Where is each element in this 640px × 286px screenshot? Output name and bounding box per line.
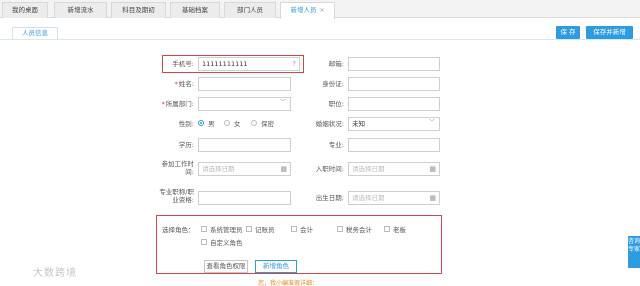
calendar-icon[interactable]: ▦ <box>429 192 436 204</box>
major-label: 专业: <box>328 141 344 149</box>
gender-radio-female[interactable]: 女 <box>224 120 241 128</box>
calendar-icon[interactable]: ▦ <box>280 163 287 175</box>
tab-label: 新增流水 <box>67 6 94 14</box>
role-checkbox-boss[interactable]: 老板 <box>384 226 406 234</box>
professional-title-label: 专业职称/职 业资格: <box>159 188 194 204</box>
id-card-label: 身份证: <box>322 80 344 88</box>
marital-label: 婚姻状况: <box>315 120 344 128</box>
help-icon[interactable]: ? <box>292 58 296 70</box>
role-checkbox-custom[interactable]: 自定义角色 <box>201 239 243 247</box>
marital-select[interactable]: 未知 ﹀ <box>348 117 440 131</box>
hire-date-input[interactable]: 请选择日期 ▦ <box>348 162 440 176</box>
calendar-icon[interactable]: ▦ <box>429 163 436 175</box>
view-role-permissions-button[interactable]: 查看角色权限 <box>204 260 248 273</box>
id-card-input[interactable] <box>348 77 440 91</box>
tab-new-journal[interactable]: 新增流水 <box>54 2 107 18</box>
role-checkbox-tax-accountant[interactable]: 税务会计 <box>337 226 372 234</box>
chevron-down-icon: ﹀ <box>279 99 286 106</box>
email-input[interactable] <box>348 57 440 71</box>
roles-highlight-box <box>156 215 442 274</box>
department-select[interactable]: ﹀ <box>198 97 291 111</box>
tab-my-desktop[interactable]: 我的桌面 <box>2 2 48 18</box>
education-input[interactable] <box>198 138 291 152</box>
hire-date-label: 入职时间: <box>315 165 344 173</box>
checkbox-icon <box>337 226 343 232</box>
tab-dept-staff[interactable]: 部门人员 <box>224 2 276 18</box>
checkbox-icon <box>291 226 297 232</box>
checkbox-icon <box>201 226 207 232</box>
gender-radio-male[interactable]: 男 <box>198 120 215 128</box>
role-hint-text: 您，我小编准很详细： <box>258 280 319 286</box>
work-start-label: 参加工作时 间: <box>161 160 195 176</box>
save-button[interactable]: 保 存 <box>556 26 580 39</box>
position-input[interactable] <box>348 97 440 111</box>
roles-label: 选择角色： <box>162 226 195 234</box>
gender-radio-secret[interactable]: 保密 <box>251 120 274 128</box>
radio-icon <box>251 120 257 126</box>
role-checkbox-bookkeeper[interactable]: 记账员 <box>246 226 275 234</box>
tab-label: 部门人员 <box>237 6 263 14</box>
phone-label: 手机号: <box>172 60 194 68</box>
tab-label: 新增人员 <box>290 6 317 14</box>
major-input[interactable] <box>348 138 440 152</box>
phone-input[interactable]: 11111111111 ? <box>198 57 300 71</box>
top-tab-bar: 我的桌面 新增流水 科目及期初 基础档案 部门人员 新增人员 × <box>0 0 640 19</box>
email-label: 邮箱: <box>328 60 344 68</box>
work-start-date-input[interactable]: 请选择日期 ▦ <box>198 162 291 176</box>
professional-title-input[interactable] <box>198 191 291 205</box>
checkbox-icon <box>201 239 207 245</box>
chevron-down-icon: ﹀ <box>428 119 435 126</box>
subtab-divider <box>0 39 640 40</box>
tab-new-staff[interactable]: 新增人员 × <box>280 2 335 19</box>
gender-label: 性别: <box>178 120 194 128</box>
tab-label: 基础档案 <box>182 6 208 14</box>
save-and-new-button[interactable]: 保存并新增 <box>586 26 633 39</box>
add-role-button[interactable]: 新增角色 <box>255 260 297 273</box>
close-icon[interactable]: × <box>319 7 324 14</box>
radio-selected-icon <box>198 120 204 126</box>
radio-icon <box>224 120 230 126</box>
birth-date-input[interactable]: 请选择日期 ▦ <box>348 191 440 205</box>
checkbox-icon <box>384 226 390 232</box>
checkbox-icon <box>246 226 252 232</box>
phone-value: 11111111111 <box>202 60 248 68</box>
tab-label: 科目及期初 <box>122 6 155 14</box>
position-label: 职位: <box>328 100 344 108</box>
tab-label: 我的桌面 <box>12 6 38 14</box>
department-label: *所属部门: <box>161 100 194 108</box>
tab-accounts[interactable]: 科目及期初 <box>111 2 166 18</box>
tab-basic-records[interactable]: 基础档案 <box>170 2 220 18</box>
watermark-logo: 大数跨境 <box>33 268 77 279</box>
birth-date-label: 出生日期: <box>315 194 344 202</box>
role-checkbox-admin[interactable]: 系统管理员 <box>201 226 243 234</box>
name-input[interactable] <box>198 77 291 91</box>
consult-expert-tab[interactable]: 咨询专家 <box>628 236 640 268</box>
education-label: 学历: <box>178 141 194 149</box>
name-label: *姓名: <box>174 80 194 88</box>
role-checkbox-accountant[interactable]: 会计 <box>291 226 313 234</box>
